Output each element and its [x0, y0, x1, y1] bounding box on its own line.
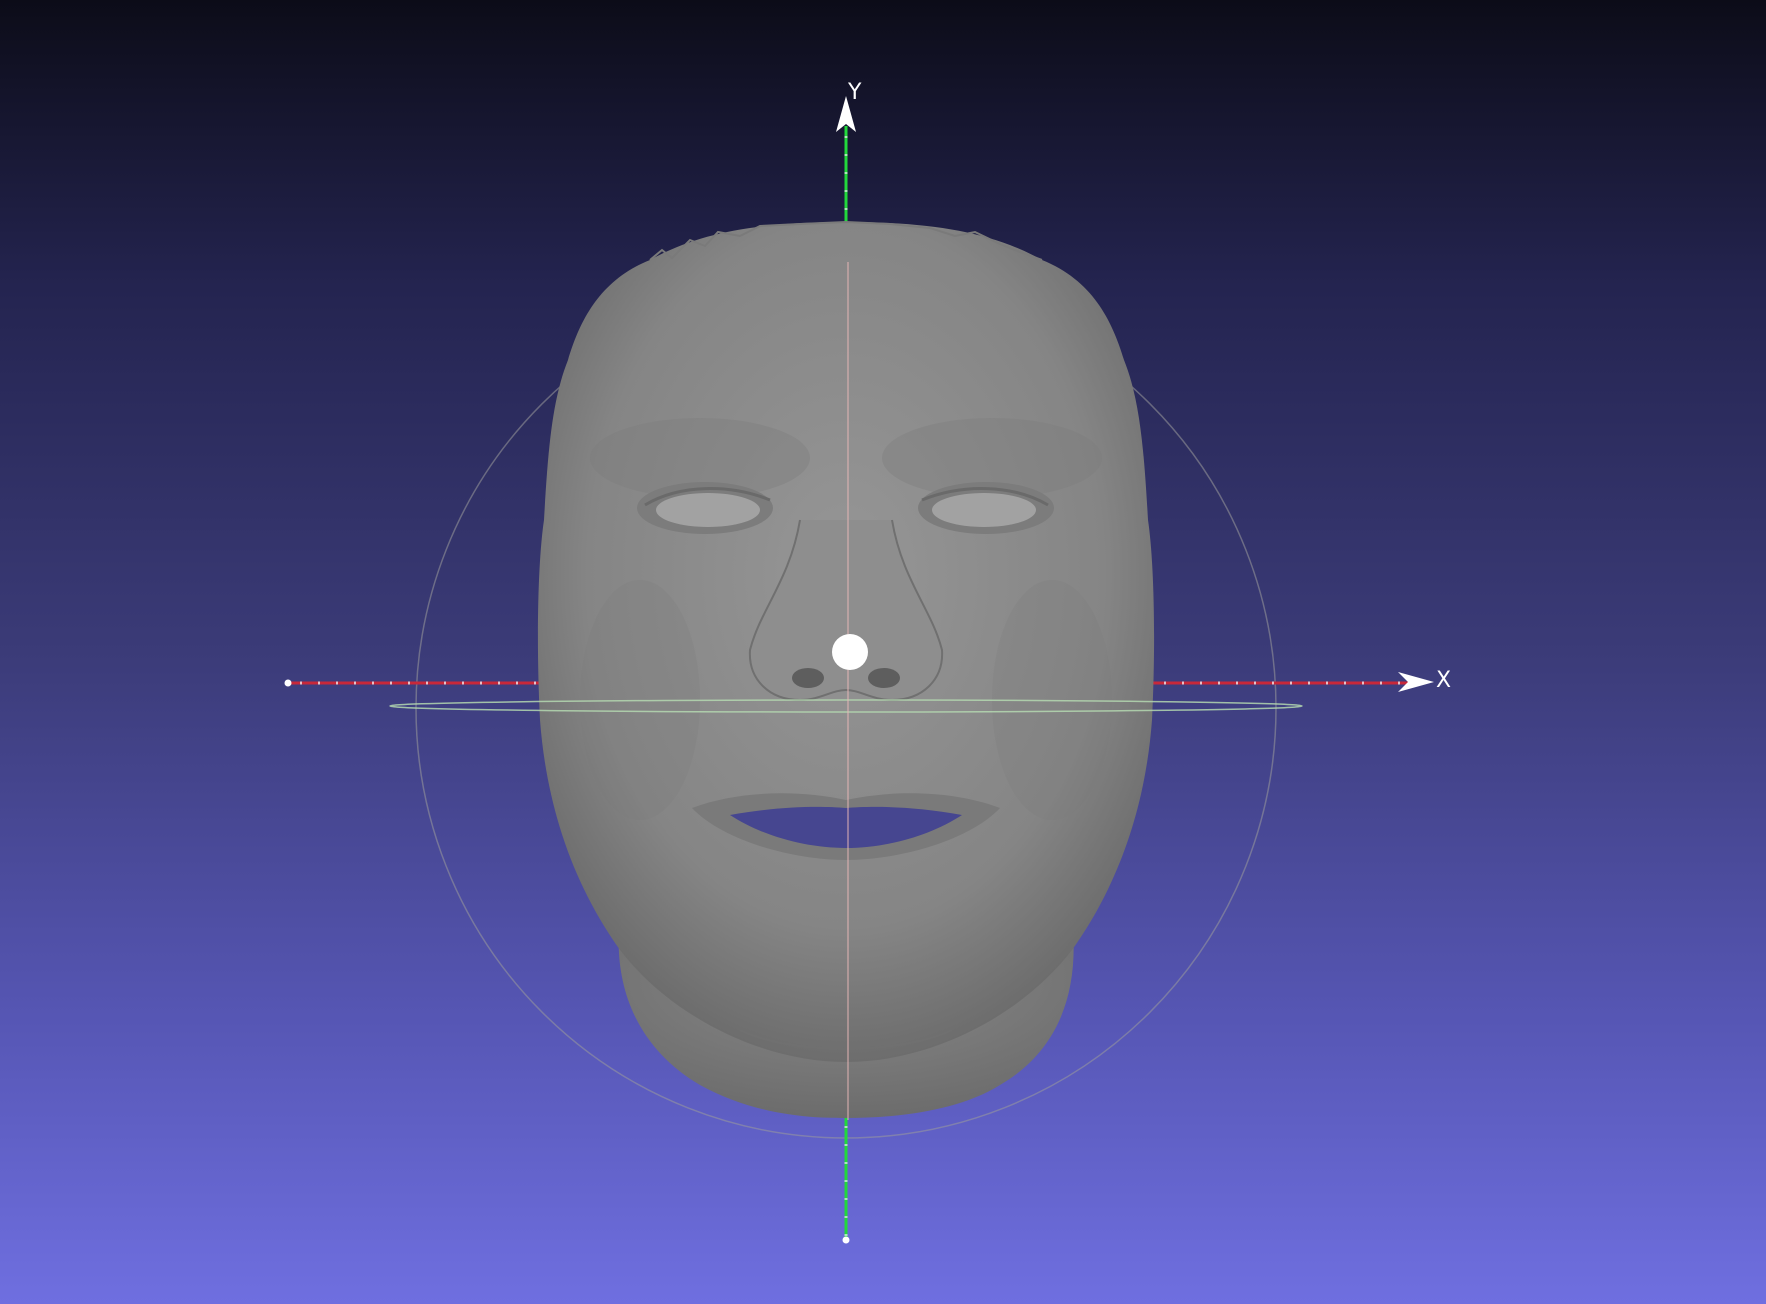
face-mesh[interactable] — [537, 220, 1155, 1118]
y-axis-label: Y — [848, 80, 862, 105]
pivot-point-icon[interactable] — [832, 634, 868, 670]
x-axis-start-handle[interactable] — [284, 679, 292, 687]
scene-canvas[interactable] — [0, 0, 1766, 1304]
x-axis-label: X — [1436, 668, 1452, 693]
right-eye — [918, 482, 1054, 534]
3d-viewport[interactable]: Y X — [0, 0, 1766, 1304]
y-axis-start-handle[interactable] — [842, 1236, 850, 1244]
left-eye — [637, 482, 773, 534]
